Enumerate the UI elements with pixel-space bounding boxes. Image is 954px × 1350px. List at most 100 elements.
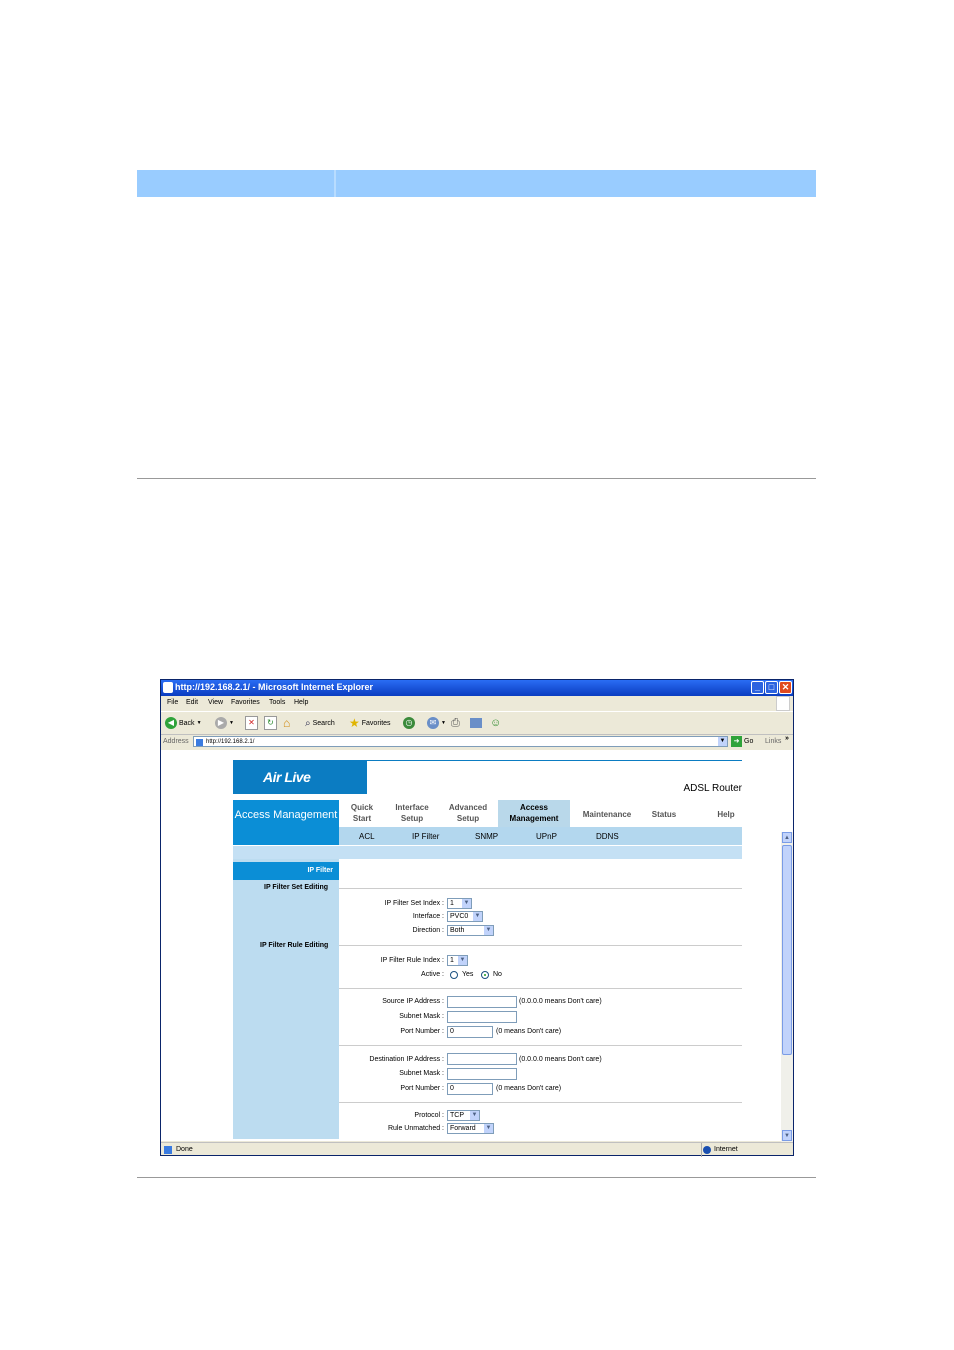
scroll-up-icon[interactable]: ▲: [782, 832, 792, 843]
tab-interface-setup[interactable]: Interface Setup: [389, 802, 435, 824]
chevron-down-icon: ▼: [470, 1111, 479, 1120]
home-icon: ⌂: [283, 716, 291, 730]
address-dropdown-icon[interactable]: ▼: [718, 737, 727, 746]
rule-unmatched-select[interactable]: Forward ▼: [447, 1123, 494, 1134]
doc-rule-bottom: [137, 1177, 816, 1178]
menu-bar: File Edit View Favorites Tools Help: [161, 696, 793, 711]
active-no-radio[interactable]: [481, 971, 489, 979]
dest-port-note: (0 means Don't care): [496, 1085, 562, 1092]
dest-ip-label: Destination IP Address :: [369, 1056, 444, 1063]
tab-access-management[interactable]: Access Management: [498, 800, 570, 827]
print-icon: ⎙: [451, 716, 460, 729]
direction-select[interactable]: Both ▼: [447, 925, 494, 936]
subtab-snmp[interactable]: SNMP: [475, 832, 498, 841]
maximize-button[interactable]: □: [765, 681, 778, 694]
source-mask-input[interactable]: [447, 1011, 517, 1023]
toolbar: ◀ Back ▼ ▶ ▼ ✕ ↻ ⌂ ⌕ Search ★ Favorites ◷ ✉ ▼…: [161, 711, 793, 735]
subtab-upnp[interactable]: UPnP: [536, 832, 557, 841]
dest-ip-input[interactable]: [447, 1053, 517, 1065]
home-button[interactable]: ⌂: [283, 716, 290, 730]
set-index-value: 1: [450, 900, 454, 907]
rule-unmatched-label: Rule Unmatched :: [387, 1125, 444, 1132]
main-tabs: Quick Start Interface Setup Advanced Set…: [339, 800, 742, 827]
refresh-icon: ↻: [264, 716, 277, 730]
dest-mask-input[interactable]: [447, 1068, 517, 1080]
source-ip-note: (0.0.0.0 means Don't care): [519, 998, 602, 1005]
go-button[interactable]: Go: [744, 738, 753, 745]
menu-help[interactable]: Help: [294, 699, 308, 706]
vertical-scrollbar[interactable]: ▲ ▼: [781, 832, 793, 1142]
page-icon: [196, 739, 203, 746]
scroll-down-icon[interactable]: ▼: [782, 1130, 792, 1141]
address-input[interactable]: http://192.168.2.1/ ▼: [193, 736, 728, 747]
sub-tabs: ACL IP Filter SNMP UPnP DDNS: [339, 827, 742, 845]
search-button[interactable]: ⌕ Search: [305, 716, 335, 730]
links-label[interactable]: Links: [765, 738, 781, 745]
favorites-label: Favorites: [361, 719, 391, 727]
source-ip-input[interactable]: [447, 996, 517, 1008]
chevron-down-icon: ▼: [484, 1124, 493, 1133]
chevron-right-icon[interactable]: »: [785, 735, 789, 742]
mail-button[interactable]: ✉ ▼: [427, 716, 446, 730]
history-button[interactable]: ◷: [403, 716, 415, 730]
rule-editing-heading: IP Filter Rule Editing: [260, 942, 329, 949]
status-text: Done: [176, 1146, 193, 1153]
content-strip: [233, 846, 742, 859]
scroll-thumb[interactable]: [782, 845, 792, 1055]
divider: [339, 945, 742, 946]
tab-maintenance[interactable]: Maintenance: [575, 809, 639, 820]
minimize-button[interactable]: _: [751, 681, 764, 694]
divider: [339, 1045, 742, 1046]
menu-file[interactable]: File: [167, 699, 178, 706]
rule-index-value: 1: [450, 957, 454, 964]
set-index-select[interactable]: 1 ▼: [447, 898, 472, 909]
dest-port-input[interactable]: 0: [447, 1083, 493, 1095]
active-label: Active :: [421, 971, 444, 978]
menu-edit[interactable]: Edit: [186, 699, 198, 706]
subtab-ip-filter[interactable]: IP Filter: [412, 832, 439, 841]
protocol-label: Protocol :: [414, 1112, 444, 1119]
active-no-label: No: [493, 971, 502, 978]
protocol-select[interactable]: TCP ▼: [447, 1110, 480, 1121]
back-button[interactable]: ◀ Back ▼: [165, 716, 202, 730]
subtab-ddns[interactable]: DDNS: [596, 832, 619, 841]
stop-icon: ✕: [245, 716, 258, 730]
close-button[interactable]: ✕: [779, 681, 792, 694]
messenger-button[interactable]: ☺: [490, 716, 501, 730]
divider: [339, 988, 742, 989]
back-label: Back: [179, 719, 195, 727]
favorites-button[interactable]: ★ Favorites: [349, 716, 391, 730]
airlive-logo: Air Live: [233, 760, 367, 794]
dest-mask-label: Subnet Mask :: [399, 1070, 444, 1077]
address-bar: Address http://192.168.2.1/ ▼ ➜ Go Links…: [161, 734, 793, 749]
title-bar: http://192.168.2.1/ - Microsoft Internet…: [161, 680, 793, 696]
rule-index-select[interactable]: 1 ▼: [447, 955, 468, 966]
source-port-input[interactable]: 0: [447, 1026, 493, 1038]
go-arrow-icon[interactable]: ➜: [731, 736, 742, 747]
chevron-down-icon: ▼: [473, 912, 482, 921]
tab-advanced-setup[interactable]: Advanced Setup: [443, 802, 493, 824]
edit-button[interactable]: [470, 716, 482, 730]
tab-quick-start[interactable]: Quick Start: [341, 802, 383, 824]
window-title: http://192.168.2.1/ - Microsoft Internet…: [175, 682, 374, 692]
source-mask-label: Subnet Mask :: [399, 1013, 444, 1020]
chevron-down-icon: ▼: [458, 956, 467, 965]
active-yes-radio[interactable]: [450, 971, 458, 979]
menu-view[interactable]: View: [208, 699, 223, 706]
print-button[interactable]: ⎙: [451, 716, 460, 730]
tab-help[interactable]: Help: [709, 809, 743, 820]
menu-favorites[interactable]: Favorites: [231, 699, 260, 706]
interface-select[interactable]: PVC0 ▼: [447, 911, 483, 922]
star-icon: ★: [349, 716, 360, 730]
forward-button[interactable]: ▶ ▼: [215, 716, 234, 730]
menu-tools[interactable]: Tools: [269, 699, 285, 706]
subtab-acl[interactable]: ACL: [359, 832, 375, 841]
dest-ip-note: (0.0.0.0 means Don't care): [519, 1056, 602, 1063]
edit-icon: [470, 718, 482, 728]
set-editing-heading: IP Filter Set Editing: [264, 884, 329, 891]
tab-status[interactable]: Status: [645, 809, 683, 820]
search-icon: ⌕: [305, 717, 311, 729]
refresh-button[interactable]: ↻: [264, 716, 277, 730]
back-arrow-icon: ◀: [165, 717, 177, 729]
stop-button[interactable]: ✕: [245, 716, 258, 730]
